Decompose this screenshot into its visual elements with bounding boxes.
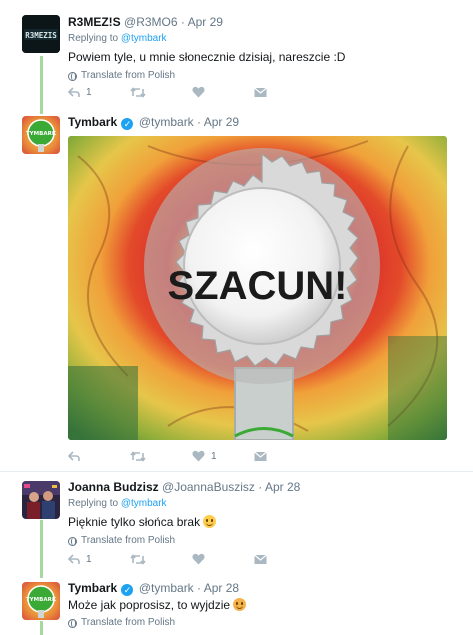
- author-handle[interactable]: @R3MO6: [124, 15, 178, 29]
- heart-icon: [192, 450, 205, 462]
- tweet-actions: 1: [68, 550, 316, 568]
- reply-count: 1: [86, 553, 92, 565]
- replying-to: Replying to @tymbark: [68, 32, 463, 46]
- reply-count: 1: [86, 86, 92, 98]
- translate-link[interactable]: Translate from Polish: [68, 69, 463, 83]
- svg-text:TYMBARK: TYMBARK: [26, 597, 57, 603]
- author-handle[interactable]: @tymbark: [139, 115, 194, 129]
- tweet-timestamp[interactable]: Apr 29: [204, 115, 239, 129]
- translate-label: Translate from Polish: [81, 70, 176, 81]
- tweet-timestamp[interactable]: Apr 29: [188, 15, 223, 29]
- globe-icon: [68, 71, 77, 81]
- separator-dot: ·: [197, 581, 202, 595]
- tweet-text: Pięknie tylko słońca brak: [68, 515, 201, 529]
- separator-dot: ·: [197, 115, 202, 129]
- author-name[interactable]: Joanna Budzisz: [68, 480, 159, 494]
- reply-icon: [68, 86, 80, 97]
- tymbark-logo: TYMBARK: [22, 116, 60, 154]
- retweet-button[interactable]: [130, 86, 192, 98]
- avatar-joanna-budzisz[interactable]: [22, 481, 60, 519]
- retweet-button[interactable]: [130, 553, 192, 565]
- tweet-actions: 1: [68, 447, 316, 465]
- heart-icon: [192, 553, 205, 565]
- retweet-icon: [130, 86, 146, 98]
- translate-label: Translate from Polish: [81, 617, 176, 628]
- translate-link[interactable]: Translate from Polish: [68, 616, 463, 630]
- tweet-header: Tymbark ✓ @tymbark · Apr 29: [68, 114, 463, 130]
- author-handle[interactable]: @JoannaBuszisz: [162, 480, 255, 494]
- reply-icon: [68, 450, 80, 461]
- globe-icon: [68, 536, 77, 546]
- direct-message-button[interactable]: [254, 87, 316, 98]
- direct-message-button[interactable]: [254, 554, 316, 565]
- reply-button[interactable]: [68, 450, 130, 462]
- thread-line: [40, 108, 43, 114]
- thread-line: [40, 56, 43, 112]
- tweet-divider: [0, 471, 473, 472]
- tweet-r3mezis[interactable]: R3MEZIS R3MEZ!S @R3MO6 · Apr 29 Replying…: [0, 0, 473, 112]
- like-button[interactable]: 1: [192, 450, 254, 462]
- like-button[interactable]: [192, 553, 254, 565]
- tweet-text: Może jak poprosisz, to wyjdzie: [68, 598, 231, 612]
- like-count: 1: [211, 450, 217, 462]
- tweet-text-row: Pięknie tylko słońca brak: [68, 514, 463, 530]
- tweet-timestamp[interactable]: Apr 28: [204, 581, 239, 595]
- retweet-button[interactable]: [130, 450, 192, 462]
- avatar-r3mezis[interactable]: R3MEZIS: [22, 15, 60, 53]
- heart-icon: [192, 86, 205, 98]
- separator-dot: ·: [258, 480, 263, 494]
- separator-dot: ·: [180, 15, 185, 29]
- like-button[interactable]: [192, 86, 254, 98]
- author-name[interactable]: R3MEZ!S: [68, 15, 121, 29]
- avatar-tymbark[interactable]: TYMBARK: [22, 582, 60, 620]
- translate-link[interactable]: Translate from Polish: [68, 534, 463, 548]
- reply-button[interactable]: 1: [68, 554, 130, 565]
- tweet-media-image[interactable]: SZACUN!: [68, 136, 447, 440]
- tweet-header: R3MEZ!S @R3MO6 · Apr 29: [68, 14, 463, 30]
- direct-message-button[interactable]: [254, 451, 316, 462]
- globe-icon: [68, 618, 77, 628]
- media-caption-text: SZACUN!: [167, 264, 348, 308]
- thread-line: [40, 621, 43, 635]
- retweet-icon: [130, 553, 146, 565]
- tweet-timestamp[interactable]: Apr 28: [265, 480, 300, 494]
- tweet-header: Joanna Budzisz @JoannaBuszisz · Apr 28: [68, 479, 463, 495]
- svg-text:R3MEZIS: R3MEZIS: [25, 31, 57, 40]
- author-name[interactable]: Tymbark: [68, 581, 117, 595]
- verified-badge-icon: ✓: [121, 118, 134, 130]
- retweet-icon: [130, 450, 146, 462]
- mention-link[interactable]: @tymbark: [121, 33, 167, 44]
- reply-button[interactable]: 1: [68, 87, 130, 98]
- direct-message-icon: [254, 87, 267, 97]
- replying-to: Replying to @tymbark: [68, 497, 463, 511]
- replying-to-label: Replying to: [68, 498, 119, 509]
- tymbark-logo: TYMBARK: [22, 582, 60, 620]
- r3mezis-avatar-image: R3MEZIS: [22, 15, 60, 53]
- direct-message-icon: [254, 554, 267, 564]
- author-handle[interactable]: @tymbark: [139, 581, 194, 595]
- avatar-tymbark[interactable]: TYMBARK: [22, 116, 60, 154]
- smiling-face-emoji-icon: [233, 598, 247, 611]
- svg-text:TYMBARK: TYMBARK: [26, 131, 57, 137]
- verified-badge-icon: ✓: [121, 584, 134, 596]
- author-name[interactable]: Tymbark: [68, 115, 117, 129]
- replying-to-label: Replying to: [68, 33, 119, 44]
- reply-icon: [68, 553, 80, 564]
- mention-link[interactable]: @tymbark: [121, 498, 167, 509]
- translate-label: Translate from Polish: [81, 535, 176, 546]
- tweet-actions: 1: [68, 83, 316, 101]
- tweet-text-row: Może jak poprosisz, to wyjdzie: [68, 597, 463, 613]
- tweet-text: Powiem tyle, u mnie słonecznie dzisiaj, …: [68, 50, 346, 64]
- thread-line: [40, 520, 43, 578]
- direct-message-icon: [254, 451, 267, 461]
- joanna-avatar-image: [22, 481, 60, 519]
- grinning-face-emoji-icon: [203, 515, 217, 528]
- tweet-header: Tymbark ✓ @tymbark · Apr 28: [68, 580, 463, 596]
